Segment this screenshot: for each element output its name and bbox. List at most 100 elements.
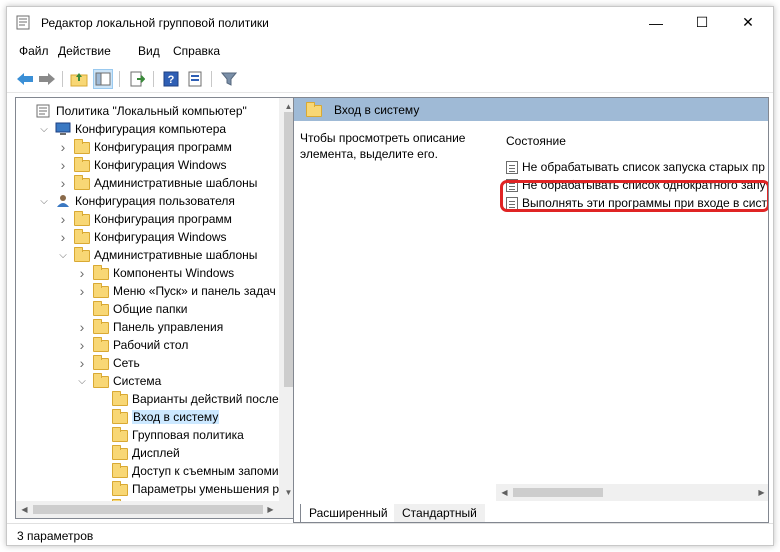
forward-arrow-icon[interactable] (37, 69, 57, 89)
detail-horizontal-scrollbar[interactable]: ◀ ▶ (496, 484, 768, 501)
show-tree-icon[interactable] (93, 69, 113, 89)
scroll-left-icon[interactable]: ◀ (496, 484, 513, 501)
tab-extended[interactable]: Расширенный (300, 504, 397, 522)
toolbar-separator (153, 71, 154, 87)
chevron-right-icon[interactable]: › (75, 265, 89, 281)
folder-icon (93, 355, 109, 370)
chevron-right-icon[interactable]: › (75, 319, 89, 335)
close-button[interactable]: ✕ (725, 7, 771, 38)
tree-item[interactable]: › Рабочий стол (75, 336, 188, 354)
tree-item[interactable]: Политика "Локальный компьютер" (18, 102, 247, 120)
scroll-left-icon[interactable]: ◀ (16, 501, 33, 518)
computer-icon (55, 122, 71, 136)
properties-icon[interactable] (185, 69, 205, 89)
tree-item[interactable]: ⌵ Конфигурация компьютера (37, 120, 226, 138)
tree-item[interactable]: ⌵ Административные шаблоны (56, 246, 257, 264)
column-header-state[interactable]: Состояние (506, 134, 566, 148)
tree-item-label: Параметры уменьшения ри (132, 482, 286, 496)
setting-row[interactable]: Не обрабатывать список запуска старых пр (506, 158, 765, 176)
menu-action[interactable]: Действие (58, 44, 111, 58)
tree-item[interactable]: Групповая политика (94, 426, 244, 444)
tree-item[interactable]: Общие папки (75, 300, 187, 318)
tree-item[interactable]: Параметры уменьшения ри (94, 480, 286, 498)
chevron-right-icon[interactable]: › (56, 139, 70, 155)
back-arrow-icon[interactable] (15, 69, 35, 89)
tree-item[interactable]: ⌵ Система (75, 372, 161, 390)
tree-item-label: Политика "Локальный компьютер" (56, 104, 247, 118)
tree-item-label: Групповая политика (132, 428, 244, 442)
tree-item-label: Варианты действий после н (132, 392, 289, 406)
tree-item[interactable]: Доступ к съемным запомин (94, 462, 285, 480)
folder-icon (74, 139, 90, 154)
settings-list[interactable]: Состояние Не обрабатывать список запуска… (496, 122, 768, 500)
up-folder-icon[interactable] (69, 69, 89, 89)
tree-item-label: Рабочий стол (113, 338, 189, 352)
chevron-down-icon[interactable]: ⌵ (37, 122, 51, 136)
menu-help[interactable]: Справка (173, 44, 220, 58)
chevron-right-icon[interactable]: › (56, 211, 70, 227)
filter-icon[interactable] (219, 69, 239, 89)
chevron-right-icon[interactable]: › (75, 355, 89, 371)
tree-vertical-scroll-thumb[interactable] (284, 112, 293, 387)
folder-icon (74, 175, 90, 190)
policy-icon (36, 104, 52, 118)
svg-text:?: ? (168, 74, 175, 86)
status-text: 3 параметров (17, 529, 94, 543)
tree-item[interactable]: Вход в систему (94, 408, 220, 426)
menu-bar: Файл Действие Вид Справка (7, 41, 773, 61)
folder-icon (93, 265, 109, 280)
tree-item-label: Конфигурация Windows (94, 158, 227, 172)
help-icon[interactable]: ? (161, 69, 181, 89)
minimize-button[interactable]: — (633, 7, 679, 38)
detail-horizontal-scroll-thumb[interactable] (513, 488, 603, 497)
scroll-right-icon[interactable]: ▶ (753, 484, 768, 501)
chevron-right-icon[interactable]: › (75, 283, 89, 299)
tree-item-label: Административные шаблоны (94, 248, 258, 262)
folder-icon (93, 301, 109, 316)
export-list-icon[interactable] (127, 69, 147, 89)
chevron-down-icon[interactable]: ⌵ (37, 194, 51, 208)
folder-icon (112, 427, 128, 442)
tree-item[interactable]: › Компоненты Windows (75, 264, 234, 282)
tree-item[interactable]: Дисплей (94, 444, 180, 462)
tab-standard[interactable]: Стандартный (394, 504, 485, 522)
tree-item[interactable]: › Конфигурация программ (56, 210, 232, 228)
tree-item-label: Общие папки (113, 302, 188, 316)
tree-item[interactable]: ⌵ Конфигурация пользователя (37, 192, 235, 210)
view-tabs: Расширенный Стандартный (294, 504, 768, 522)
detail-header-title: Вход в систему (334, 102, 420, 117)
tree-horizontal-scrollbar[interactable]: ◀ ▶ (16, 501, 296, 518)
tree-item-label: Панель управления (113, 320, 224, 334)
tree-item-label: Административные шаблоны (94, 176, 258, 190)
maximize-button[interactable]: ☐ (679, 7, 725, 38)
chevron-right-icon[interactable]: › (56, 229, 70, 245)
tree-pane[interactable]: Политика "Локальный компьютер" ⌵ Конфигура… (15, 97, 297, 519)
chevron-right-icon[interactable]: › (56, 175, 70, 191)
detail-header: Вход в систему (294, 98, 768, 121)
tree-item[interactable]: Варианты действий после н (94, 390, 289, 408)
tree-item[interactable]: › Панель управления (75, 318, 223, 336)
menu-file[interactable]: Файл (19, 44, 49, 58)
gpedit-app-icon (16, 15, 30, 30)
chevron-right-icon[interactable]: › (75, 337, 89, 353)
menu-view[interactable]: Вид (138, 44, 160, 58)
folder-icon (74, 157, 90, 172)
tree-item[interactable]: › Конфигурация Windows (56, 228, 227, 246)
chevron-right-icon[interactable]: › (56, 157, 70, 173)
chevron-down-icon[interactable]: ⌵ (56, 248, 70, 262)
status-bar: 3 параметров (7, 523, 773, 545)
folder-icon (306, 102, 322, 117)
tree-item-label: Доступ к съемным запомин (132, 464, 286, 478)
tree-item[interactable]: › Конфигурация Windows (56, 156, 227, 174)
tree-item[interactable]: › Конфигурация программ (56, 138, 232, 156)
toolbar-separator (119, 71, 120, 87)
window-title: Редактор локальной групповой политики (41, 16, 269, 30)
scroll-right-icon[interactable]: ▶ (262, 501, 279, 518)
tree-horizontal-scroll-thumb[interactable] (33, 505, 263, 514)
tree-item[interactable]: › Меню «Пуск» и панель задач (75, 282, 276, 300)
chevron-down-icon[interactable]: ⌵ (75, 374, 89, 388)
tree-item-label: Конфигурация компьютера (75, 122, 227, 136)
tree-item[interactable]: › Административные шаблоны (56, 174, 257, 192)
tree-item[interactable]: › Сеть (75, 354, 140, 372)
